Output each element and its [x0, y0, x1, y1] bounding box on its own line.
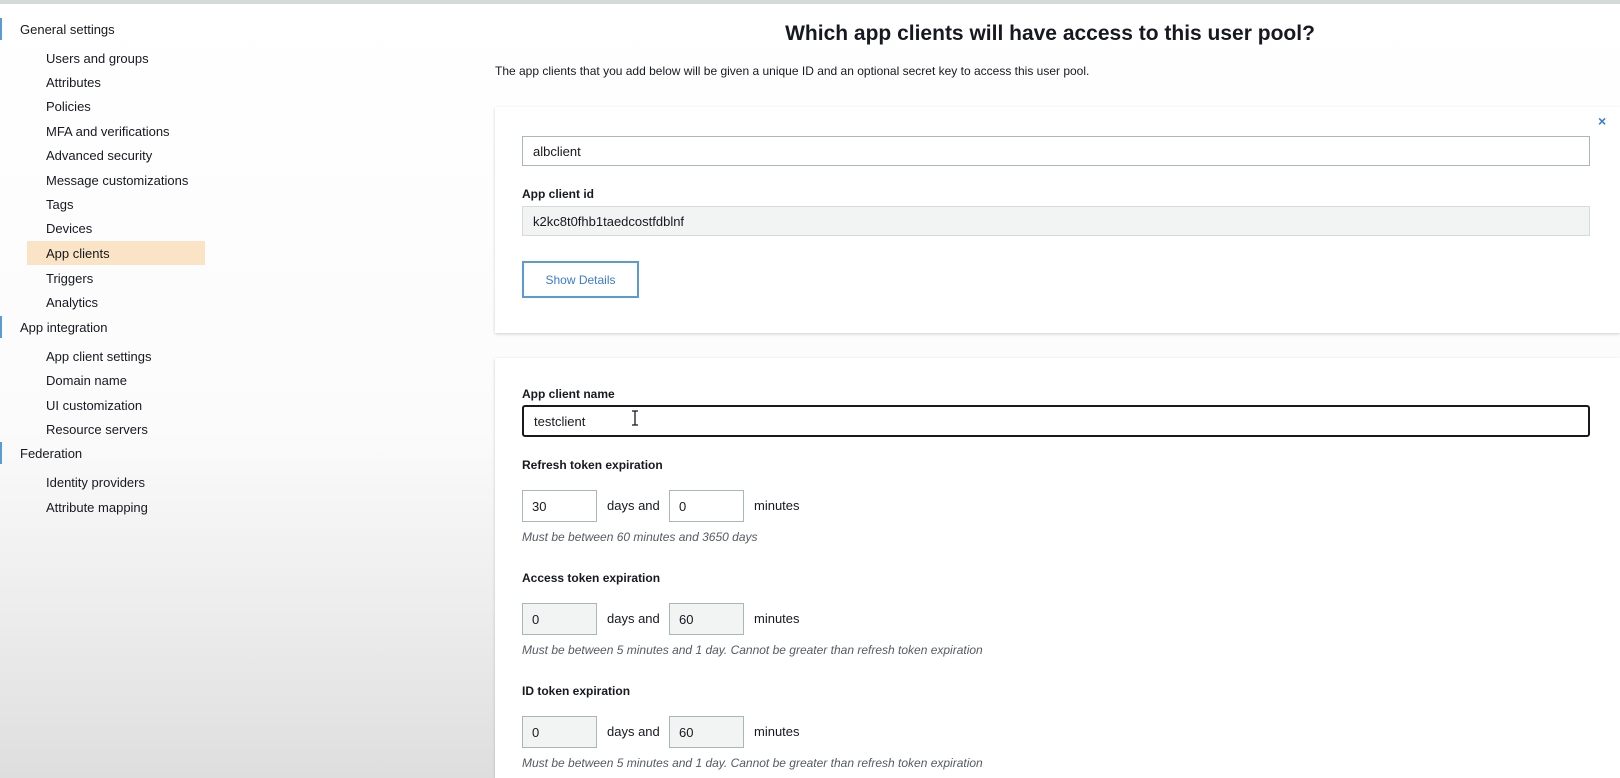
- sidebar-item-advanced-security[interactable]: Advanced security: [27, 143, 205, 167]
- sidebar-group-general-settings[interactable]: General settings: [0, 16, 115, 42]
- refresh-token-hint: Must be between 60 minutes and 3650 days: [522, 530, 758, 544]
- close-icon[interactable]: ×: [1598, 114, 1606, 128]
- id-token-days-input[interactable]: [522, 716, 597, 748]
- id-token-hint: Must be between 5 minutes and 1 day. Can…: [522, 756, 983, 770]
- app-client-name-input[interactable]: [522, 405, 1590, 437]
- app-client-id-field: [522, 206, 1590, 236]
- app-client-name-label: App client name: [522, 387, 615, 401]
- page-description: The app clients that you add below will …: [495, 64, 1090, 78]
- page-title: Which app clients will have access to th…: [785, 22, 1315, 45]
- sidebar-group-label: App integration: [20, 319, 108, 335]
- sidebar-group-federation[interactable]: Federation: [0, 440, 82, 466]
- refresh-token-days-input[interactable]: [522, 490, 597, 522]
- sidebar-group-app-integration[interactable]: App integration: [0, 314, 107, 340]
- sidebar-item-analytics[interactable]: Analytics: [27, 290, 205, 314]
- sidebar-item-identity-providers[interactable]: Identity providers: [27, 470, 205, 494]
- access-token-hint: Must be between 5 minutes and 1 day. Can…: [522, 643, 983, 657]
- sidebar-item-resource-servers[interactable]: Resource servers: [27, 417, 205, 441]
- days-and-label: days and: [607, 724, 660, 739]
- sidebar-item-domain-name[interactable]: Domain name: [27, 368, 205, 392]
- minutes-label: minutes: [754, 724, 800, 739]
- show-details-button[interactable]: Show Details: [522, 261, 639, 298]
- days-and-label: days and: [607, 498, 660, 513]
- id-token-minutes-input[interactable]: [669, 716, 744, 748]
- sidebar-item-tags[interactable]: Tags: [27, 192, 205, 216]
- sidebar-item-app-client-settings[interactable]: App client settings: [27, 344, 205, 368]
- group-indicator: [0, 316, 2, 338]
- refresh-token-minutes-input[interactable]: [669, 490, 744, 522]
- sidebar-item-message-customizations[interactable]: Message customizations: [27, 168, 205, 192]
- sidebar-nav: General settings Users and groups Attrib…: [0, 0, 470, 778]
- existing-client-name-input[interactable]: [522, 136, 1590, 166]
- minutes-label: minutes: [754, 498, 800, 513]
- sidebar-item-policies[interactable]: Policies: [27, 94, 205, 118]
- sidebar-item-mfa-and-verifications[interactable]: MFA and verifications: [27, 119, 205, 143]
- access-token-days-input[interactable]: [522, 603, 597, 635]
- sidebar-item-attributes[interactable]: Attributes: [27, 70, 205, 94]
- access-token-expiration-label: Access token expiration: [522, 571, 661, 585]
- refresh-token-expiration-label: Refresh token expiration: [522, 458, 663, 472]
- group-indicator: [0, 18, 2, 40]
- sidebar-item-ui-customization[interactable]: UI customization: [27, 393, 205, 417]
- app-client-id-label: App client id: [522, 187, 594, 201]
- sidebar-group-label: General settings: [20, 21, 115, 37]
- sidebar-group-label: Federation: [20, 445, 83, 461]
- sidebar-item-triggers[interactable]: Triggers: [27, 266, 205, 290]
- sidebar-item-users-and-groups[interactable]: Users and groups: [27, 46, 205, 70]
- days-and-label: days and: [607, 611, 660, 626]
- sidebar-item-attribute-mapping[interactable]: Attribute mapping: [27, 495, 205, 519]
- sidebar-item-devices[interactable]: Devices: [27, 216, 205, 240]
- sidebar-item-app-clients[interactable]: App clients: [27, 241, 205, 265]
- group-indicator: [0, 442, 2, 464]
- text-cursor-icon: [632, 410, 638, 426]
- minutes-label: minutes: [754, 611, 800, 626]
- access-token-minutes-input[interactable]: [669, 603, 744, 635]
- id-token-expiration-label: ID token expiration: [522, 684, 631, 698]
